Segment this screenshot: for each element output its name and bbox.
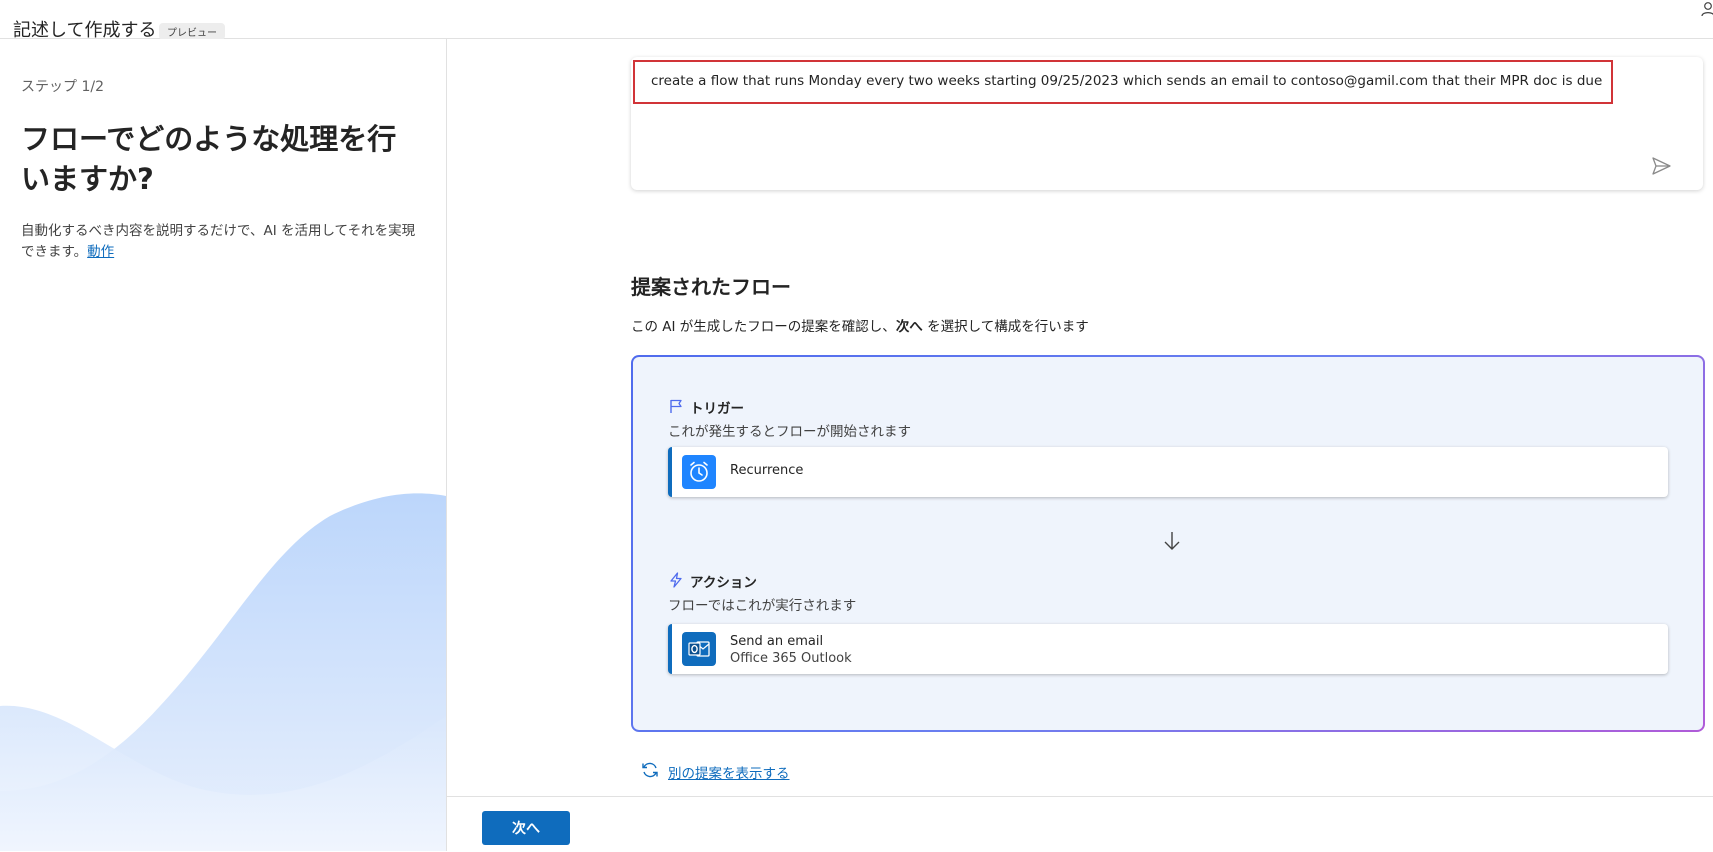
- suggested-flow-description: この AI が生成したフローの提案を確認し、次へ を選択して構成を行います: [631, 315, 1089, 335]
- step-heading: フローでどのような処理を行いますか?: [21, 122, 397, 196]
- lightning-icon: [670, 572, 682, 588]
- preview-badge: プレビュー: [159, 23, 225, 40]
- trigger-recurrence-card[interactable]: Recurrence: [668, 447, 1668, 497]
- refresh-icon: [642, 762, 658, 778]
- suggested-flow-card: トリガー これが発生するとフローが開始されます Recurrence アクション: [631, 355, 1705, 732]
- arrow-down-icon: [1164, 532, 1180, 550]
- step-description-text: 自動化するべき内容を説明するだけで、AI を活用してそれを実現できます。: [21, 223, 416, 260]
- send-email-label: Send an email: [730, 634, 824, 649]
- outlook-icon: [682, 632, 716, 666]
- suggested-desc-text-end: を選択して構成を行います: [922, 319, 1089, 335]
- decorative-wave: [0, 493, 446, 851]
- prompt-highlight: create a flow that runs Monday every two…: [633, 60, 1613, 104]
- step-label: ステップ 1/2: [21, 79, 104, 95]
- action-subtitle: フローではこれが実行されます: [668, 598, 857, 614]
- learn-more-link[interactable]: 動作: [87, 244, 114, 260]
- next-button[interactable]: 次へ: [482, 811, 570, 845]
- suggested-flow-title: 提案されたフロー: [631, 275, 791, 299]
- send-icon[interactable]: [1650, 155, 1672, 177]
- footer-bar: 次へ: [447, 796, 1713, 852]
- connector-label: Office 365 Outlook: [730, 651, 852, 666]
- flag-icon: [670, 399, 682, 413]
- app-header: 記述して作成する プレビュー: [0, 0, 1713, 41]
- action-heading-label: アクション: [690, 575, 757, 591]
- step-description: 自動化するべき内容を説明するだけで、AI を活用してそれを実現できます。動作: [21, 221, 421, 263]
- prompt-input[interactable]: create a flow that runs Monday every two…: [651, 73, 1602, 89]
- suggested-desc-text: この AI が生成したフローの提案を確認し、: [631, 319, 896, 335]
- clock-icon: [682, 455, 716, 489]
- trigger-subtitle: これが発生するとフローが開始されます: [668, 424, 911, 440]
- prompt-card[interactable]: create a flow that runs Monday every two…: [631, 57, 1703, 190]
- main-panel: create a flow that runs Monday every two…: [447, 39, 1713, 852]
- recurrence-label: Recurrence: [730, 463, 804, 478]
- left-panel: ステップ 1/2 フローでどのような処理を行いますか? 自動化するべき内容を説明…: [0, 39, 447, 851]
- show-another-suggestion-label: 別の提案を表示する: [668, 766, 790, 782]
- trigger-heading-label: トリガー: [690, 401, 744, 417]
- user-icon[interactable]: [1700, 1, 1713, 17]
- suggested-desc-next: 次へ: [895, 319, 923, 335]
- action-send-email-card[interactable]: Send an email Office 365 Outlook: [668, 624, 1668, 674]
